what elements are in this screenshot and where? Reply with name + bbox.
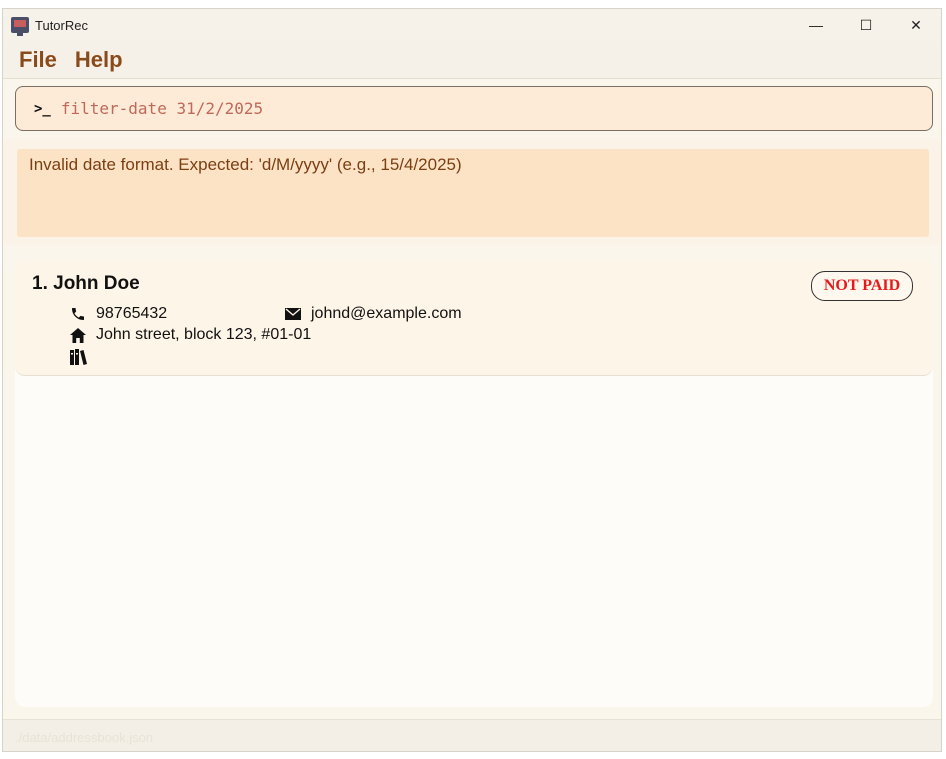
maximize-button[interactable]: ☐	[841, 9, 891, 41]
terminal-prompt-icon: >_	[34, 100, 51, 117]
window-controls: — ☐ ✕	[791, 9, 941, 41]
person-name: 1. John Doe	[32, 273, 140, 294]
books-icon	[68, 348, 88, 366]
command-box[interactable]: >_	[15, 86, 933, 131]
window-title: TutorRec	[35, 17, 88, 33]
close-button[interactable]: ✕	[891, 9, 941, 41]
email-row: johnd@example.com	[283, 305, 462, 323]
data-file-path: ./data/addressbook.json	[15, 730, 154, 745]
subjects-row	[68, 348, 88, 366]
address-row: John street, block 123, #01-01	[68, 326, 311, 344]
minimize-button[interactable]: —	[791, 9, 841, 41]
email-icon	[283, 305, 303, 323]
menu-bar: File Help	[3, 41, 941, 79]
title-bar: TutorRec — ☐ ✕	[3, 9, 941, 41]
app-window: TutorRec — ☐ ✕ File Help >_ Invalid date…	[2, 8, 942, 752]
home-icon	[68, 326, 88, 344]
person-card[interactable]: 1. John Doe NOT PAID 98765432 johnd@exam…	[15, 261, 933, 376]
menu-file[interactable]: File	[19, 47, 57, 73]
status-bar: ./data/addressbook.json	[3, 719, 941, 751]
email-value: johnd@example.com	[311, 305, 462, 322]
phone-row: 98765432	[68, 305, 167, 323]
command-input[interactable]	[60, 99, 881, 118]
result-area: Invalid date format. Expected: 'd/M/yyyy…	[3, 139, 941, 245]
person-list-panel[interactable]: 1. John Doe NOT PAID 98765432 johnd@exam…	[15, 261, 933, 707]
result-display: Invalid date format. Expected: 'd/M/yyyy…	[17, 149, 929, 237]
phone-value: 98765432	[96, 305, 168, 322]
phone-icon	[68, 305, 88, 323]
app-logo-icon	[11, 17, 29, 36]
payment-status-badge: NOT PAID	[811, 271, 913, 301]
address-value: John street, block 123, #01-01	[96, 326, 312, 343]
menu-help[interactable]: Help	[75, 47, 123, 73]
